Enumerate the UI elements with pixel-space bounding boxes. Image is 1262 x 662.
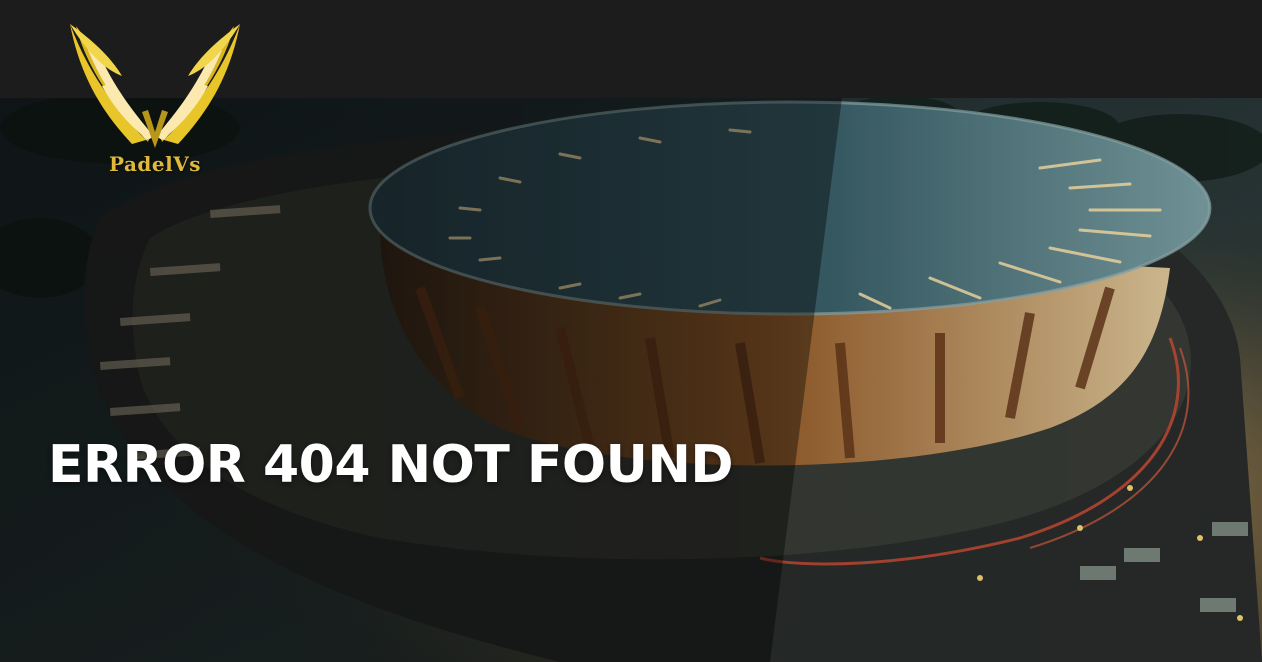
winged-v-icon xyxy=(70,24,240,148)
error-page: PadelVs ERROR 404 NOT FOUND xyxy=(0,0,1262,662)
brand-logo-link[interactable]: PadelVs xyxy=(62,16,248,186)
error-heading: ERROR 404 NOT FOUND xyxy=(48,435,734,495)
logo-text: PadelVs xyxy=(108,152,202,176)
